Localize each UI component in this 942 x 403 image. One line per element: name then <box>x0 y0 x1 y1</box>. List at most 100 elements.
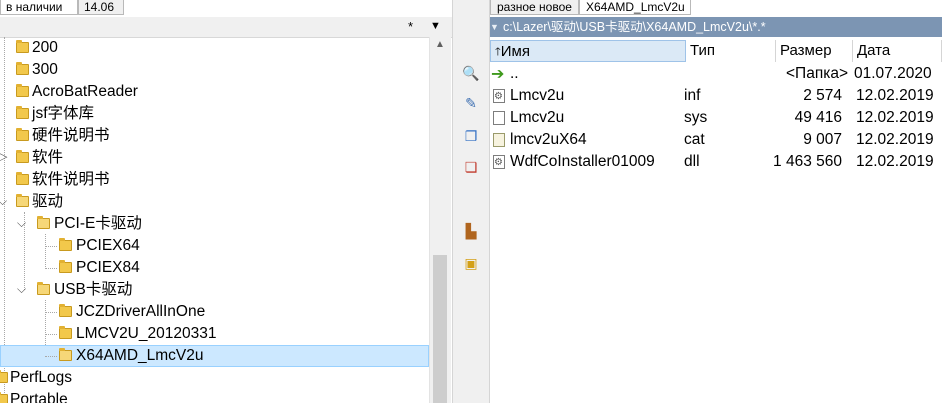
sort-up-arrow-icon: 🡑 <box>495 46 501 58</box>
tab-label: X64AMD_LmcV2u <box>586 0 685 14</box>
column-label: Тип <box>690 42 716 59</box>
tree-item-label: 驱动 <box>32 193 64 210</box>
tree-item-x64amd-lmcv2u[interactable]: X64AMD_LmcV2u <box>0 345 430 366</box>
tree-item-label: X64AMD_LmcV2u <box>76 347 204 364</box>
file-row[interactable]: WdfCoInstaller01009 dll 1 463 560 12.02.… <box>490 151 942 174</box>
tree-item-usb-drivers[interactable]: ⌵ USB卡驱动 <box>0 279 430 300</box>
file-type: dll <box>684 153 700 170</box>
view-icon[interactable]: 🔍 <box>462 64 480 82</box>
tree-item-label: USB卡驱动 <box>54 281 133 298</box>
tree-guide-line <box>45 312 57 313</box>
folder-icon <box>0 370 8 383</box>
copy-icon[interactable]: ❐ <box>462 127 480 145</box>
folder-icon <box>16 40 29 53</box>
edit-icon[interactable]: ✎ <box>462 94 480 112</box>
file-name: Lmcv2u <box>510 87 565 104</box>
collapse-arrow-icon[interactable]: ⌵ <box>17 213 26 234</box>
file-date: 01.07.2020 <box>854 65 932 82</box>
file-type: inf <box>684 87 701 104</box>
tree-item-label: 硬件说明书 <box>32 127 110 144</box>
tree-item-300[interactable]: 300 <box>0 59 430 80</box>
file-row-parent[interactable]: ➔ .. <Папка> 01.07.2020 <box>490 63 942 85</box>
folder-icon <box>0 392 8 403</box>
folder-open-icon <box>37 282 50 295</box>
tab-14-06[interactable]: 14.06 <box>78 0 124 15</box>
tree-item-pcie-drivers[interactable]: ⌵ PCI-E卡驱动 <box>0 213 430 234</box>
file-size: 1 463 560 <box>773 153 842 170</box>
tree-item-label: Portable <box>10 391 68 403</box>
tree-item-label: PCIEX64 <box>76 237 140 254</box>
folder-open-icon <box>37 216 50 229</box>
pack-icon[interactable]: ▙ <box>462 222 480 240</box>
folder-icon <box>16 172 29 185</box>
column-header: 🡑Имя Тип Размер Дата <box>490 40 942 62</box>
column-date[interactable]: Дата <box>853 40 942 62</box>
scrollbar-thumb[interactable] <box>433 255 447 403</box>
tree-item-label: jsf字体库 <box>32 105 95 122</box>
folder-icon <box>16 62 29 75</box>
path-text: c:\Lazer\驱动\USB卡驱动\X64AMD_LmcV2u\*.* <box>503 20 766 34</box>
tab-raznoe-novoe[interactable]: разное новое <box>490 0 579 15</box>
tab-x64amd-lmcv2u[interactable]: X64AMD_LmcV2u <box>579 0 691 15</box>
folder-icon <box>16 106 29 119</box>
tree-item-pciex84[interactable]: PCIEX84 <box>0 257 430 278</box>
file-name: WdfCoInstaller01009 <box>510 153 655 170</box>
scroll-up-icon[interactable]: ▲ <box>435 39 445 50</box>
tree-item-drivers[interactable]: ⌵ 驱动 <box>0 191 430 212</box>
column-name[interactable]: 🡑Имя <box>490 40 686 62</box>
tree-guide-line <box>45 268 57 269</box>
chevron-down-icon[interactable]: ▼ <box>430 20 441 32</box>
tree-item-label: LMCV2U_20120331 <box>76 325 217 342</box>
new-folder-icon[interactable]: ▣ <box>462 254 480 272</box>
tab-label: в наличии <box>6 0 63 14</box>
up-arrow-icon: ➔ <box>491 66 505 83</box>
tree-item-lmcv2u-20120331[interactable]: LMCV2U_20120331 <box>0 323 430 344</box>
file-row[interactable]: lmcv2uX64 cat 9 007 12.02.2019 <box>490 129 942 151</box>
file-date: 12.02.2019 <box>856 131 934 148</box>
tree-item-jczdriverallinone[interactable]: JCZDriverAllInOne <box>0 301 430 322</box>
expand-arrow-icon[interactable]: ▷ <box>0 147 7 168</box>
collapse-arrow-icon[interactable]: ⌵ <box>0 191 7 212</box>
tree-item-software[interactable]: ▷ 软件 <box>0 147 430 168</box>
tree-item-acrobatreader[interactable]: AcroBatReader <box>0 81 430 102</box>
file-name: .. <box>510 65 519 82</box>
file-size: 49 416 <box>794 109 842 126</box>
folder-open-icon <box>59 348 72 361</box>
file-row[interactable]: Lmcv2u inf 2 574 12.02.2019 <box>490 85 942 108</box>
file-row[interactable]: Lmcv2u sys 49 416 12.02.2019 <box>490 107 942 129</box>
file-icon <box>493 111 505 125</box>
folder-icon <box>59 238 72 251</box>
tree-item-200[interactable]: 200 <box>0 37 430 58</box>
folder-icon <box>16 84 29 97</box>
mask-filter[interactable]: * <box>408 19 413 34</box>
collapse-arrow-icon[interactable]: ⌵ <box>17 279 26 300</box>
tree-item-jsf-fonts[interactable]: jsf字体库 <box>0 103 430 124</box>
folder-icon <box>16 128 29 141</box>
file-type: sys <box>684 109 708 126</box>
tree-item-label: AcroBatReader <box>32 83 138 100</box>
tree-item-label: 200 <box>32 39 58 56</box>
move-icon[interactable]: ❏ <box>462 158 480 176</box>
tree-item-portable[interactable]: Portable <box>0 389 430 403</box>
tree-item-label: 软件 <box>32 149 64 166</box>
tree-item-hardware-manuals[interactable]: 硬件说明书 <box>0 125 430 146</box>
tree-item-label: PCI-E卡驱动 <box>54 215 142 232</box>
chevron-down-icon[interactable]: ▼ <box>490 17 499 37</box>
catalog-file-icon <box>493 133 505 147</box>
folder-icon <box>59 260 72 273</box>
file-size: <Папка> <box>786 65 848 82</box>
tree-item-software-manuals[interactable]: 软件说明书 <box>0 169 430 190</box>
tree-item-label: JCZDriverAllInOne <box>76 303 206 320</box>
column-label: Размер <box>780 42 832 59</box>
tab-v-nalichii[interactable]: в наличии <box>0 0 78 15</box>
tree-item-label: 300 <box>32 61 58 78</box>
dll-file-icon <box>493 152 505 174</box>
column-type[interactable]: Тип <box>686 40 776 62</box>
path-bar[interactable]: ▼ c:\Lazer\驱动\USB卡驱动\X64AMD_LmcV2u\*.* <box>490 17 942 37</box>
tree-item-pciex64[interactable]: PCIEX64 <box>0 235 430 256</box>
tree-item-label: 软件说明书 <box>32 171 110 188</box>
column-size[interactable]: Размер <box>776 40 853 62</box>
file-date: 12.02.2019 <box>856 153 934 170</box>
tree-scrollbar[interactable]: ▲ <box>429 37 451 403</box>
tree-item-perflogs[interactable]: PerfLogs <box>0 367 430 388</box>
